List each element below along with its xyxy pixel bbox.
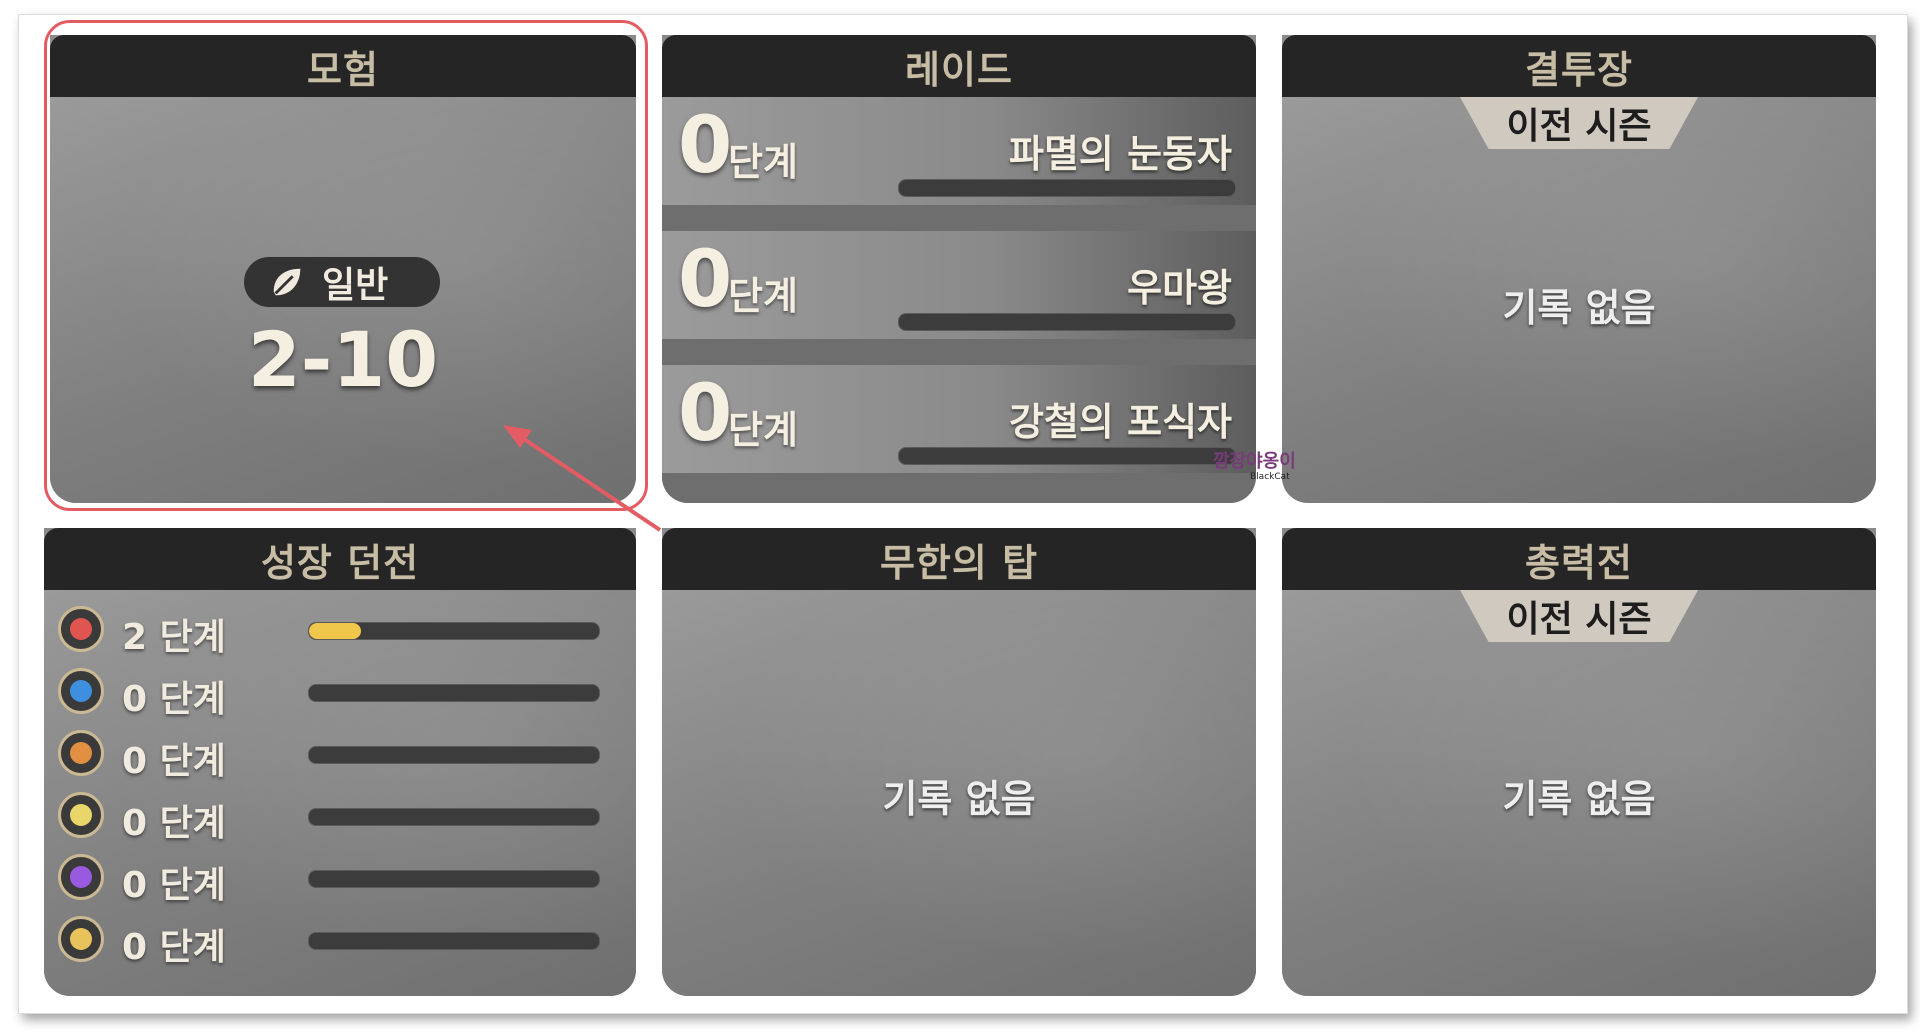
watermark: 깜장야옹이 xyxy=(1213,451,1296,472)
annotation-arrow xyxy=(503,425,662,532)
watermark-sub: BlackCat xyxy=(1250,472,1290,482)
